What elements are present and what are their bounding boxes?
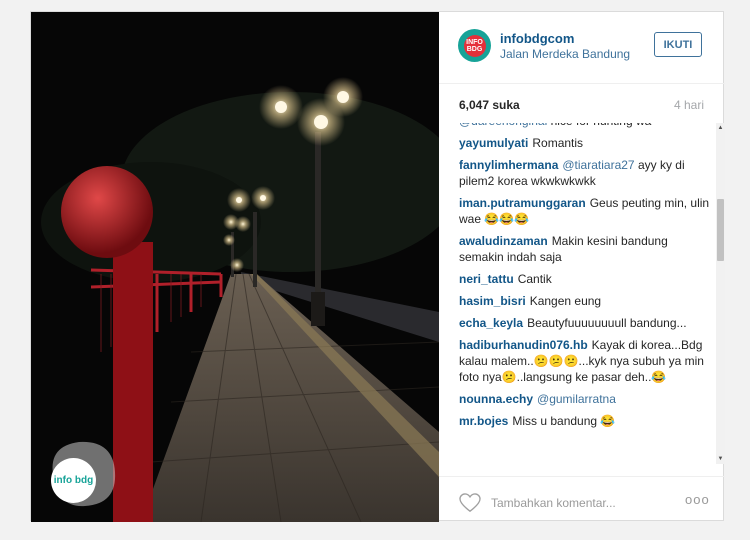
comment-username[interactable]: nounna.echy [459, 392, 533, 406]
comment-mention[interactable]: @gumilarratna [537, 392, 616, 406]
comment-item: echa_keyla Beautyfuuuuuuuull bandung... [459, 315, 711, 331]
comment-username[interactable]: iman.putramunggaran [459, 196, 586, 210]
comment-item: @dareenoriginal nice for hunting wa [459, 123, 711, 129]
comment-username[interactable]: neri_tattu [459, 272, 514, 286]
post-card: info bdg INFO BDG infobdgcom Jalan Merde… [30, 11, 725, 522]
comments-scrollbar[interactable]: ▲ ▼ [716, 123, 725, 464]
comment-item: nounna.echy @gumilarratna [459, 391, 711, 407]
comment-text: Beautyfuuuuuuuull bandung... [527, 316, 687, 330]
comment-text: Miss u bandung 😂 [512, 414, 616, 428]
watermark-logo: info bdg [51, 458, 96, 503]
comment-username[interactable]: hadiburhanudin076.hb [459, 338, 588, 352]
comment-item: neri_tattu Cantik [459, 271, 711, 287]
post-time[interactable]: 4 hari [674, 98, 704, 112]
comment-item: hadiburhanudin076.hb Kayak di korea...Bdg… [459, 337, 711, 385]
comment-mention[interactable]: @tiaratiara27 [562, 158, 634, 172]
comment-username[interactable]: fannylimhermana [459, 158, 558, 172]
more-options-icon[interactable]: ooo [685, 492, 710, 507]
comment-item: iman.putramunggaran Geus peuting min, uli… [459, 195, 711, 227]
comment-text: Cantik [517, 272, 552, 286]
comment-item: yayumulyati Romantis [459, 135, 711, 151]
comment-text: Romantis [532, 136, 584, 150]
comment-item: awaludinzaman Makin kesini bandung semaki… [459, 233, 711, 265]
scroll-down-icon[interactable]: ▼ [716, 454, 725, 464]
avatar[interactable]: INFO BDG [458, 29, 491, 62]
comment-username[interactable]: hasim_bisri [459, 294, 526, 308]
comment-username[interactable]: echa_keyla [459, 316, 523, 330]
comment-item: hasim_bisri Kangen eung [459, 293, 711, 309]
post-photo[interactable]: info bdg [31, 12, 439, 522]
post-footer: ooo [439, 476, 725, 523]
scroll-up-icon[interactable]: ▲ [716, 123, 725, 133]
avatar-logo: INFO BDG [463, 34, 486, 57]
comments-list[interactable]: @dareenoriginal nice for hunting wa yayum… [439, 123, 725, 464]
comment-username[interactable]: awaludinzaman [459, 234, 548, 248]
watermark-logo-text: info bdg [53, 474, 94, 486]
heart-icon[interactable] [459, 493, 481, 513]
follow-button[interactable]: IKUTI [654, 32, 702, 57]
comments-container: @dareenoriginal nice for hunting wa yayum… [459, 123, 711, 435]
post-side-panel: INFO BDG infobdgcom Jalan Merdeka Bandun… [439, 12, 725, 522]
comment-item: fannylimhermana @tiaratiara27 ayy ky di p… [459, 157, 711, 189]
username-link[interactable]: infobdgcom [500, 31, 574, 46]
post-stats: 6,047 suka 4 hari [439, 83, 725, 123]
scrollbar-thumb[interactable] [717, 199, 724, 261]
comment-username[interactable]: yayumulyati [459, 136, 528, 150]
likes-count[interactable]: 6,047 suka [459, 98, 520, 112]
location-link[interactable]: Jalan Merdeka Bandung [500, 47, 630, 61]
comment-item: mr.bojes Miss u bandung 😂 [459, 413, 711, 429]
comment-username[interactable]: mr.bojes [459, 414, 508, 428]
post-header: INFO BDG infobdgcom Jalan Merdeka Bandun… [439, 12, 725, 84]
comment-text: nice for hunting wa [551, 123, 652, 128]
comment-text: Kangen eung [529, 294, 602, 308]
add-comment-input[interactable] [491, 494, 661, 512]
comment-mention[interactable]: @dareenoriginal [459, 123, 547, 128]
